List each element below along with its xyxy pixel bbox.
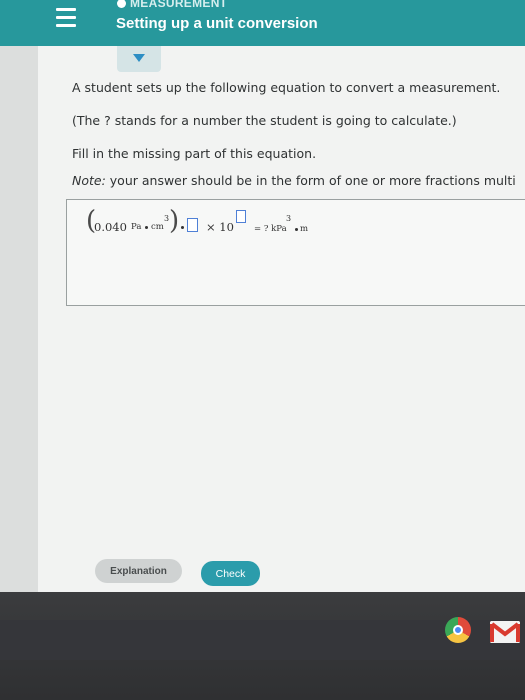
equation-unit-m: m (300, 224, 309, 234)
collapse-toggle-button[interactable] (117, 46, 161, 72)
app-screen: MEASUREMENT Setting up a unit conversion… (0, 0, 525, 592)
exponent-input-box[interactable] (236, 210, 246, 223)
breadcrumb-label: MEASUREMENT (130, 0, 228, 10)
multiply-dot (295, 228, 298, 231)
note-text: your answer should be in the form of one… (105, 173, 516, 188)
fraction-input-box[interactable] (187, 218, 198, 232)
question-note: Note: your answer should be in the form … (72, 173, 516, 188)
equation-coefficient: 0.040 (94, 220, 127, 234)
question-line-2: (The ? stands for a number the student i… (72, 113, 457, 128)
equation-unit-cm: cm (151, 222, 164, 232)
question-line-3: Fill in the missing part of this equatio… (72, 146, 317, 161)
note-label: Note: (72, 173, 106, 188)
equation-exp-m: 3 (286, 214, 292, 223)
gmail-icon[interactable] (490, 621, 520, 643)
equation-unit-pa: Pa (131, 222, 142, 232)
triangle-down-icon (133, 54, 145, 62)
check-button[interactable]: Check (201, 561, 260, 586)
explanation-button[interactable]: Explanation (95, 559, 182, 583)
multiply-dot (145, 226, 148, 229)
right-paren: ) (169, 206, 180, 236)
page-title: Setting up a unit conversion (116, 15, 318, 32)
chrome-icon[interactable] (445, 617, 471, 643)
left-strip (0, 46, 38, 592)
breadcrumb: MEASUREMENT (117, 0, 227, 10)
equation-times-ten: × 10 (206, 220, 234, 234)
header-bar: MEASUREMENT Setting up a unit conversion (0, 0, 525, 46)
hamburger-icon[interactable] (56, 8, 78, 28)
question-line-1: A student sets up the following equation… (72, 80, 501, 95)
progress-dot-icon (117, 0, 126, 9)
answer-area[interactable] (66, 199, 525, 306)
equation-rhs: = ? kPa (254, 224, 287, 234)
multiply-dot (181, 226, 184, 229)
